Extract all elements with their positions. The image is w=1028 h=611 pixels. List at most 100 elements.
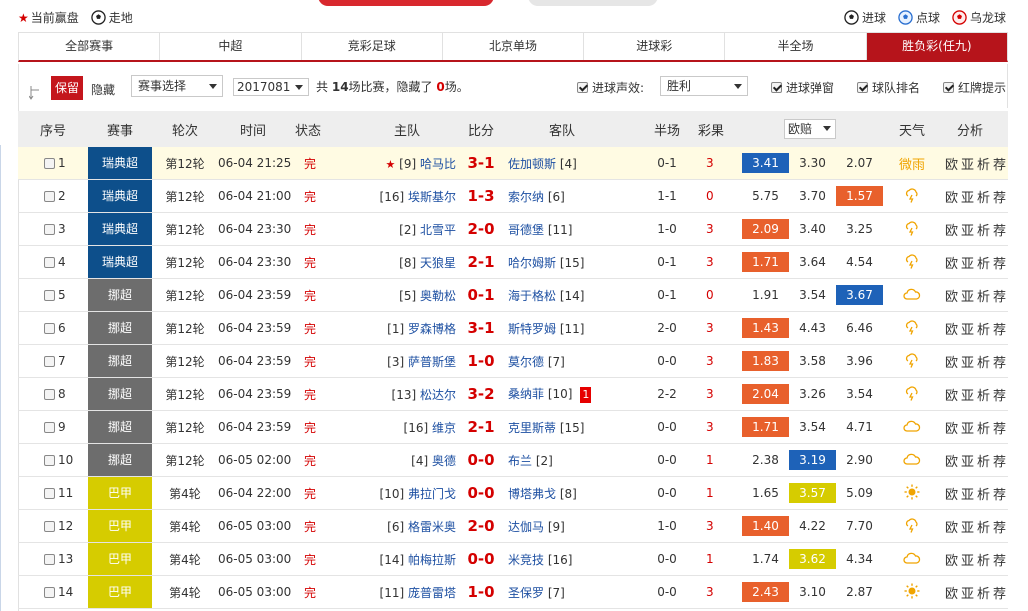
row-checkbox[interactable]	[44, 389, 55, 400]
away-team[interactable]: 斯特罗姆 [11]	[506, 320, 618, 337]
tab-beijing[interactable]: 北京单场	[443, 33, 585, 60]
league-badge[interactable]: 挪超	[88, 345, 152, 377]
walk-label[interactable]: 走地	[109, 9, 133, 26]
row-checkbox[interactable]	[44, 488, 55, 499]
match-row[interactable]: 7 挪超 第12轮 06-04 23:59 完 [3] 萨普斯堡 1-0 莫尔德…	[18, 345, 1008, 378]
home-name[interactable]: 哈马比	[420, 157, 456, 171]
analysis-links[interactable]: 欧亚析荐	[941, 550, 1020, 569]
row-checkbox[interactable]	[44, 554, 55, 565]
tab-csl[interactable]: 中超	[160, 33, 302, 60]
home-team[interactable]: [16] 埃斯基尔	[328, 188, 456, 205]
analysis-links[interactable]: 欧亚析荐	[941, 319, 1020, 338]
home-name[interactable]: 格雷米奥	[408, 520, 456, 534]
analysis-links[interactable]: 欧亚析荐	[941, 385, 1020, 404]
away-team[interactable]: 布兰 [2]	[506, 452, 618, 469]
away-name[interactable]: 博塔弗戈	[508, 487, 556, 501]
tab-all[interactable]: 全部赛事	[19, 33, 161, 60]
issue-select[interactable]: 2017081	[233, 78, 309, 96]
current-label[interactable]: 当前赢盘	[31, 9, 79, 26]
analysis-links[interactable]: 欧亚析荐	[941, 286, 1020, 305]
match-score[interactable]: 0-0	[456, 484, 506, 502]
away-team[interactable]: 海于格松 [14]	[506, 287, 618, 304]
away-team[interactable]: 哈尔姆斯 [15]	[506, 254, 618, 271]
match-row[interactable]: 6 挪超 第12轮 06-04 23:59 完 [1] 罗森博格 3-1 斯特罗…	[18, 312, 1008, 345]
match-score[interactable]: 1-3	[456, 187, 506, 205]
league-badge[interactable]: 挪超	[88, 444, 152, 476]
match-score[interactable]: 0-1	[456, 286, 506, 304]
home-name[interactable]: 奥勒松	[420, 289, 456, 303]
home-name[interactable]: 庞普雷塔	[408, 586, 456, 600]
match-score[interactable]: 3-1	[456, 319, 506, 337]
row-checkbox[interactable]	[44, 323, 55, 334]
home-team[interactable]: [13] 松达尔	[328, 386, 456, 403]
home-name[interactable]: 天狼星	[420, 256, 456, 270]
away-team[interactable]: 克里斯蒂 [15]	[506, 419, 618, 436]
league-badge[interactable]: 巴甲	[88, 510, 152, 542]
match-score[interactable]: 2-1	[456, 253, 506, 271]
tab-jingcai[interactable]: 竞彩足球	[302, 33, 443, 60]
analysis-links[interactable]: 欧亚析荐	[941, 583, 1020, 602]
hide-button[interactable]: 隐藏	[91, 81, 115, 98]
goal-sound-toggle[interactable]: 进球声效:	[577, 79, 644, 96]
home-team[interactable]: [16] 维京	[328, 419, 456, 436]
away-name[interactable]: 哈尔姆斯	[508, 256, 556, 270]
league-badge[interactable]: 挪超	[88, 312, 152, 344]
row-checkbox[interactable]	[44, 356, 55, 367]
row-checkbox[interactable]	[44, 455, 55, 466]
analysis-links[interactable]: 欧亚析荐	[941, 517, 1020, 536]
home-team[interactable]: [3] 萨普斯堡	[328, 353, 456, 370]
away-team[interactable]: 哥德堡 [11]	[506, 221, 618, 238]
match-score[interactable]: 1-0	[456, 352, 506, 370]
away-name[interactable]: 桑纳菲	[508, 387, 544, 401]
league-select[interactable]: 赛事选择	[131, 75, 223, 97]
home-team[interactable]: ★ [9] 哈马比	[328, 155, 456, 172]
tab-goals[interactable]: 进球彩	[584, 33, 726, 60]
home-team[interactable]: [2] 北雪平	[328, 221, 456, 238]
checkbox[interactable]	[771, 82, 782, 93]
match-score[interactable]: 2-0	[456, 517, 506, 535]
league-badge[interactable]: 瑞典超	[88, 180, 152, 212]
checkbox[interactable]	[943, 82, 954, 93]
away-name[interactable]: 哥德堡	[508, 223, 544, 237]
match-row[interactable]: 1 瑞典超 第12轮 06-04 21:25 完 ★ [9] 哈马比 3-1 佐…	[18, 147, 1008, 180]
away-name[interactable]: 索尔纳	[508, 190, 544, 204]
match-row[interactable]: 14 巴甲 第4轮 06-05 03:00 完 [11] 庞普雷塔 1-0 圣保…	[18, 576, 1008, 609]
row-checkbox[interactable]	[44, 224, 55, 235]
away-name[interactable]: 米竞技	[508, 553, 544, 567]
match-score[interactable]: 2-0	[456, 220, 506, 238]
row-checkbox[interactable]	[44, 290, 55, 301]
league-badge[interactable]: 瑞典超	[88, 213, 152, 245]
row-checkbox[interactable]	[44, 587, 55, 598]
home-name[interactable]: 罗森博格	[408, 322, 456, 336]
odds-select[interactable]: 欧赔	[784, 119, 836, 139]
home-team[interactable]: [11] 庞普雷塔	[328, 584, 456, 601]
home-team[interactable]: [4] 奥德	[328, 452, 456, 469]
match-row[interactable]: 5 挪超 第12轮 06-04 23:59 完 [5] 奥勒松 0-1 海于格松…	[18, 279, 1008, 312]
goal-popup-toggle[interactable]: 进球弹窗	[771, 79, 834, 96]
home-team[interactable]: [14] 帕梅拉斯	[328, 551, 456, 568]
match-row[interactable]: 12 巴甲 第4轮 06-05 03:00 完 [6] 格雷米奥 2-0 达伽马…	[18, 510, 1008, 543]
away-team[interactable]: 索尔纳 [6]	[506, 188, 618, 205]
card-tip-toggle[interactable]: 红牌提示	[943, 79, 1006, 96]
league-badge[interactable]: 挪超	[88, 279, 152, 311]
league-badge[interactable]: 挪超	[88, 378, 152, 410]
away-team[interactable]: 佐加顿斯 [4]	[506, 155, 618, 172]
tab-halffull[interactable]: 半全场	[725, 33, 867, 60]
row-checkbox[interactable]	[44, 257, 55, 268]
row-checkbox[interactable]	[44, 191, 55, 202]
analysis-links[interactable]: 欧亚析荐	[941, 154, 1020, 173]
home-team[interactable]: [6] 格雷米奥	[328, 518, 456, 535]
away-name[interactable]: 布兰	[508, 454, 532, 468]
match-row[interactable]: 10 挪超 第12轮 06-05 02:00 完 [4] 奥德 0-0 布兰 […	[18, 444, 1008, 477]
match-score[interactable]: 3-2	[456, 385, 506, 403]
home-name[interactable]: 北雪平	[420, 223, 456, 237]
analysis-links[interactable]: 欧亚析荐	[941, 187, 1020, 206]
row-checkbox[interactable]	[44, 158, 55, 169]
league-badge[interactable]: 巴甲	[88, 543, 152, 575]
away-team[interactable]: 圣保罗 [7]	[506, 584, 618, 601]
home-team[interactable]: [1] 罗森博格	[328, 320, 456, 337]
keep-button[interactable]: 保留	[51, 76, 83, 100]
home-team[interactable]: [10] 弗拉门戈	[328, 485, 456, 502]
checkbox[interactable]	[577, 82, 588, 93]
match-row[interactable]: 8 挪超 第12轮 06-04 23:59 完 [13] 松达尔 3-2 桑纳菲…	[18, 378, 1008, 411]
